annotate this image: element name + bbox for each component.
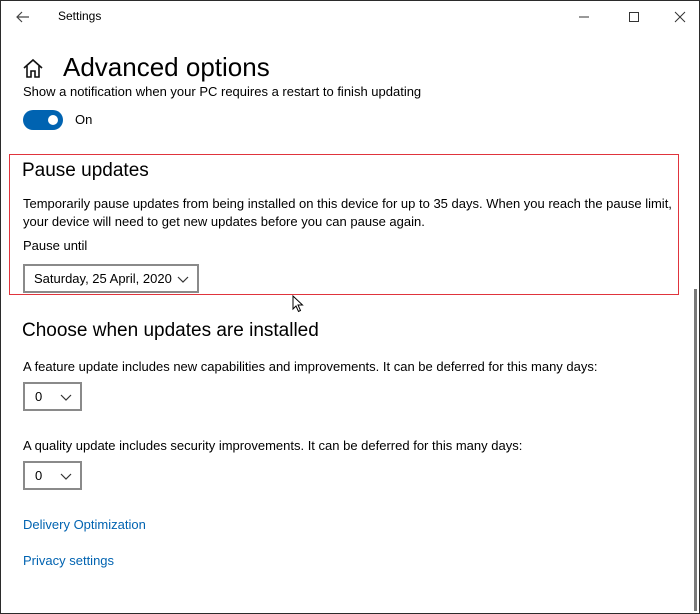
chevron-down-icon — [60, 394, 72, 401]
pause-until-label: Pause until — [23, 238, 88, 253]
minimize-icon — [579, 16, 589, 18]
toggle-knob — [48, 115, 58, 125]
choose-updates-title: Choose when updates are installed — [22, 320, 319, 341]
feature-update-text: A feature update includes new capabiliti… — [23, 359, 598, 374]
quality-defer-value: 0 — [35, 468, 43, 483]
page-title: Advanced options — [63, 52, 270, 82]
close-button[interactable] — [657, 1, 699, 33]
quality-update-text: A quality update includes security impro… — [23, 438, 523, 453]
feature-defer-dropdown[interactable]: 0 — [23, 382, 82, 411]
chevron-down-icon — [60, 473, 72, 480]
minimize-button[interactable] — [561, 1, 607, 33]
settings-window: Settings Advanced options Show a notific… — [0, 0, 700, 614]
back-button[interactable] — [9, 4, 37, 30]
back-arrow-icon — [16, 11, 29, 23]
scrollbar[interactable] — [694, 289, 697, 611]
pause-until-dropdown[interactable]: Saturday, 25 April, 2020 — [23, 264, 199, 293]
home-icon[interactable] — [22, 58, 44, 80]
mouse-cursor-icon — [292, 295, 304, 313]
toggle-state-label: On — [75, 112, 93, 127]
maximize-icon — [629, 12, 639, 22]
quality-defer-dropdown[interactable]: 0 — [23, 461, 82, 490]
chevron-down-icon — [177, 276, 189, 283]
title-bar: Settings — [1, 1, 699, 33]
delivery-optimization-link[interactable]: Delivery Optimization — [23, 517, 146, 532]
notification-setting-label: Show a notification when your PC require… — [23, 85, 421, 99]
restart-notification-toggle[interactable] — [23, 110, 63, 130]
feature-defer-value: 0 — [35, 389, 43, 404]
pause-updates-description: Temporarily pause updates from being ins… — [23, 196, 672, 229]
notification-text: Show a notification when your PC require… — [23, 85, 422, 99]
pause-updates-title: Pause updates — [22, 160, 149, 181]
pause-until-value: Saturday, 25 April, 2020 — [34, 271, 172, 286]
privacy-settings-link[interactable]: Privacy settings — [23, 553, 114, 568]
maximize-button[interactable] — [611, 1, 657, 33]
app-title: Settings — [58, 9, 102, 23]
close-icon — [674, 11, 686, 23]
